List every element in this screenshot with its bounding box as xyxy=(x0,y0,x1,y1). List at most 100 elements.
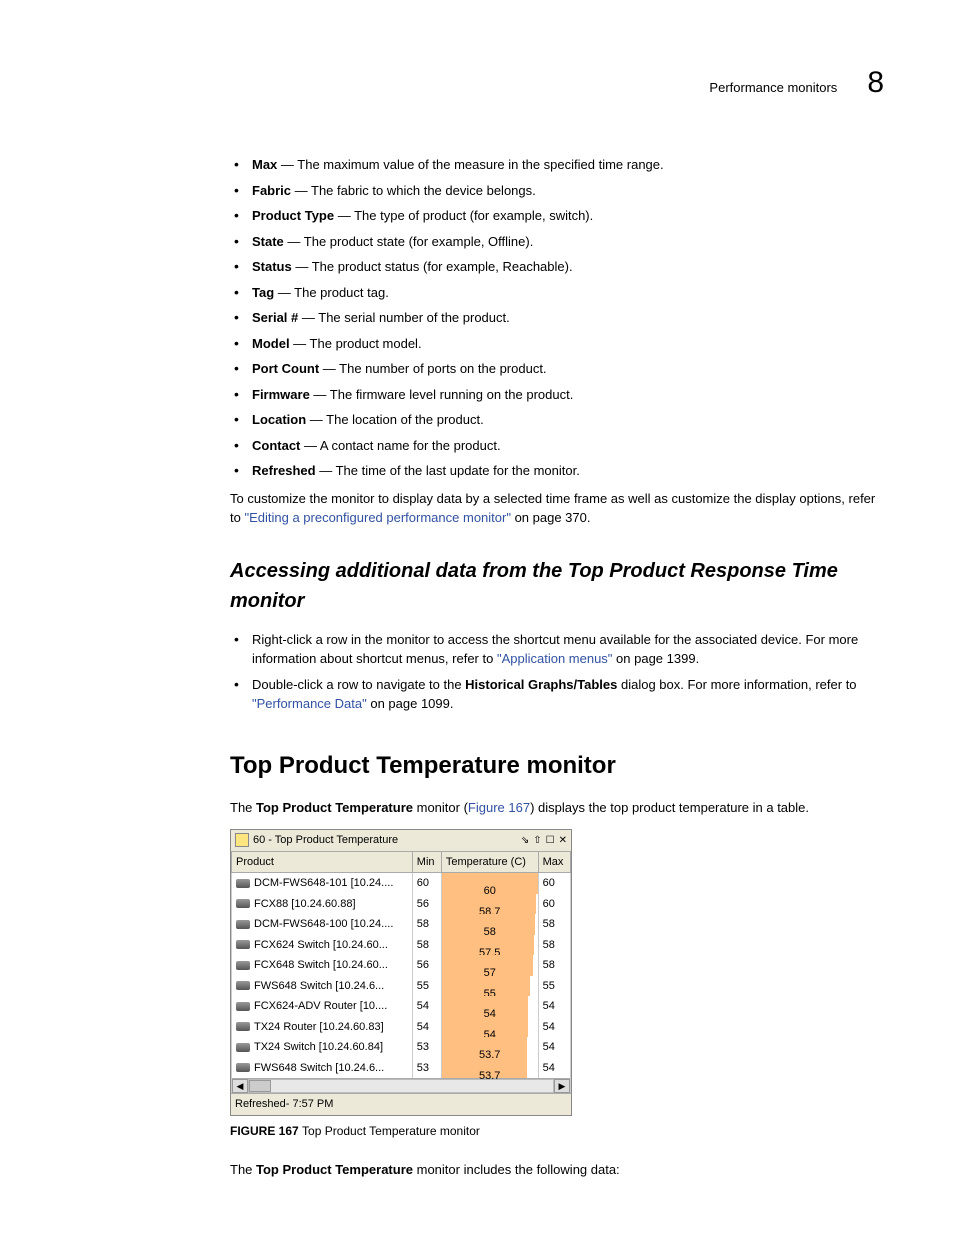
outro-paragraph: The Top Product Temperature monitor incl… xyxy=(230,1160,884,1180)
device-icon xyxy=(236,1002,250,1011)
table-row[interactable]: FCX624 Switch [10.24.60...5857.558 xyxy=(232,935,571,956)
close-icon[interactable]: ✕ xyxy=(559,833,567,848)
cell-temperature: 58.7 xyxy=(441,894,538,915)
cell-temperature: 54 xyxy=(441,1017,538,1038)
cell-min: 54 xyxy=(412,1017,441,1038)
header-section: Performance monitors xyxy=(709,78,837,98)
definition-term: Tag xyxy=(252,285,274,300)
col-max[interactable]: Max xyxy=(538,851,570,873)
table-row[interactable]: FWS648 Switch [10.24.6...555555 xyxy=(232,976,571,997)
definition-desc: — The fabric to which the device belongs… xyxy=(291,183,536,198)
col-product[interactable]: Product xyxy=(232,851,413,873)
cell-product: TX24 Switch [10.24.60.84] xyxy=(232,1037,413,1058)
table-row[interactable]: FCX624-ADV Router [10....545454 xyxy=(232,996,571,1017)
cell-min: 55 xyxy=(412,976,441,997)
col-min[interactable]: Min xyxy=(412,851,441,873)
editing-monitor-link[interactable]: "Editing a preconfigured performance mon… xyxy=(244,510,510,525)
definition-desc: — The number of ports on the product. xyxy=(319,361,546,376)
table-row[interactable]: FWS648 Switch [10.24.6...5353.754 xyxy=(232,1058,571,1079)
cell-product: FCX624-ADV Router [10.... xyxy=(232,996,413,1017)
device-icon xyxy=(236,961,250,970)
cell-product: FCX648 Switch [10.24.60... xyxy=(232,955,413,976)
cell-temperature: 55 xyxy=(441,976,538,997)
device-icon xyxy=(236,981,250,990)
access-item-rightclick: Right-click a row in the monitor to acce… xyxy=(230,630,884,669)
top-product-temperature-heading: Top Product Temperature monitor xyxy=(230,748,884,784)
cell-min: 58 xyxy=(412,935,441,956)
temperature-table: Product Min Temperature (C) Max DCM-FWS6… xyxy=(231,851,571,1094)
table-row[interactable]: DCM-FWS648-100 [10.24....585858 xyxy=(232,914,571,935)
definition-item: Max — The maximum value of the measure i… xyxy=(230,155,884,175)
cell-product: DCM-FWS648-101 [10.24.... xyxy=(232,873,413,894)
refreshed-label: Refreshed- 7:57 PM xyxy=(231,1093,571,1115)
cell-max: 54 xyxy=(538,996,570,1017)
table-row[interactable]: FCX88 [10.24.60.88]5658.760 xyxy=(232,894,571,915)
cell-max: 54 xyxy=(538,1017,570,1038)
figure-caption: FIGURE 167 Top Product Temperature monit… xyxy=(230,1122,884,1140)
table-row[interactable]: DCM-FWS648-101 [10.24....606060 xyxy=(232,873,571,894)
cell-max: 54 xyxy=(538,1037,570,1058)
cell-temperature: 54 xyxy=(441,996,538,1017)
definition-item: Fabric — The fabric to which the device … xyxy=(230,181,884,201)
definition-item: Contact — A contact name for the product… xyxy=(230,436,884,456)
cell-product: FCX88 [10.24.60.88] xyxy=(232,894,413,915)
definition-term: Location xyxy=(252,412,306,427)
cell-min: 54 xyxy=(412,996,441,1017)
cell-temperature: 57.5 xyxy=(441,935,538,956)
scroll-right-icon[interactable]: ▶ xyxy=(554,1079,570,1093)
cell-max: 60 xyxy=(538,894,570,915)
cell-product: FCX624 Switch [10.24.60... xyxy=(232,935,413,956)
definition-term: Model xyxy=(252,336,290,351)
cell-temperature: 53.7 xyxy=(441,1037,538,1058)
definition-item: Status — The product status (for example… xyxy=(230,257,884,277)
definition-term: Contact xyxy=(252,438,300,453)
cell-min: 56 xyxy=(412,894,441,915)
device-icon xyxy=(236,879,250,888)
cell-min: 53 xyxy=(412,1058,441,1079)
col-temp[interactable]: Temperature (C) xyxy=(441,851,538,873)
cell-max: 54 xyxy=(538,1058,570,1079)
table-row[interactable]: FCX648 Switch [10.24.60...565758 xyxy=(232,955,571,976)
access-list: Right-click a row in the monitor to acce… xyxy=(230,630,884,714)
maximize-icon[interactable]: ☐ xyxy=(546,833,555,848)
temperature-monitor-figure: 60 - Top Product Temperature ⇘ ⇧ ☐ ✕ Pro… xyxy=(230,829,572,1116)
device-icon xyxy=(236,1022,250,1031)
definition-term: Refreshed xyxy=(252,463,316,478)
pin-icon[interactable]: ⇘ xyxy=(521,833,529,848)
application-menus-link[interactable]: "Application menus" xyxy=(497,651,612,666)
cell-product: FWS648 Switch [10.24.6... xyxy=(232,1058,413,1079)
definition-item: Model — The product model. xyxy=(230,334,884,354)
cell-max: 60 xyxy=(538,873,570,894)
definition-desc: — The product model. xyxy=(290,336,422,351)
chapter-number: 8 xyxy=(867,60,884,105)
definition-desc: — The product tag. xyxy=(274,285,389,300)
figure-titlebar: 60 - Top Product Temperature ⇘ ⇧ ☐ ✕ xyxy=(231,830,571,851)
scroll-thumb[interactable] xyxy=(249,1080,271,1092)
definition-term: Max xyxy=(252,157,277,172)
table-row[interactable]: TX24 Router [10.24.60.83]545454 xyxy=(232,1017,571,1038)
performance-data-link[interactable]: "Performance Data" xyxy=(252,696,367,711)
access-item-doubleclick: Double-click a row to navigate to the Hi… xyxy=(230,675,884,714)
table-row[interactable]: TX24 Switch [10.24.60.84]5353.754 xyxy=(232,1037,571,1058)
scroll-left-icon[interactable]: ◀ xyxy=(232,1079,248,1093)
cell-product: TX24 Router [10.24.60.83] xyxy=(232,1017,413,1038)
cell-max: 58 xyxy=(538,955,570,976)
cell-temperature: 53.7 xyxy=(441,1058,538,1079)
definition-item: State — The product state (for example, … xyxy=(230,232,884,252)
figure-title: 60 - Top Product Temperature xyxy=(253,832,398,849)
device-icon xyxy=(236,940,250,949)
device-icon xyxy=(236,1043,250,1052)
color-swatch-icon xyxy=(235,833,249,847)
definition-list: Max — The maximum value of the measure i… xyxy=(230,155,884,481)
collapse-icon[interactable]: ⇧ xyxy=(533,833,541,848)
cell-min: 53 xyxy=(412,1037,441,1058)
horizontal-scrollbar[interactable]: ◀ ▶ xyxy=(232,1078,570,1093)
cell-temperature: 58 xyxy=(441,914,538,935)
device-icon xyxy=(236,1063,250,1072)
cell-product: FWS648 Switch [10.24.6... xyxy=(232,976,413,997)
definition-term: Serial # xyxy=(252,310,298,325)
figure-167-link[interactable]: Figure 167 xyxy=(468,800,530,815)
definition-term: Port Count xyxy=(252,361,319,376)
definition-item: Serial # — The serial number of the prod… xyxy=(230,308,884,328)
definition-term: Status xyxy=(252,259,292,274)
